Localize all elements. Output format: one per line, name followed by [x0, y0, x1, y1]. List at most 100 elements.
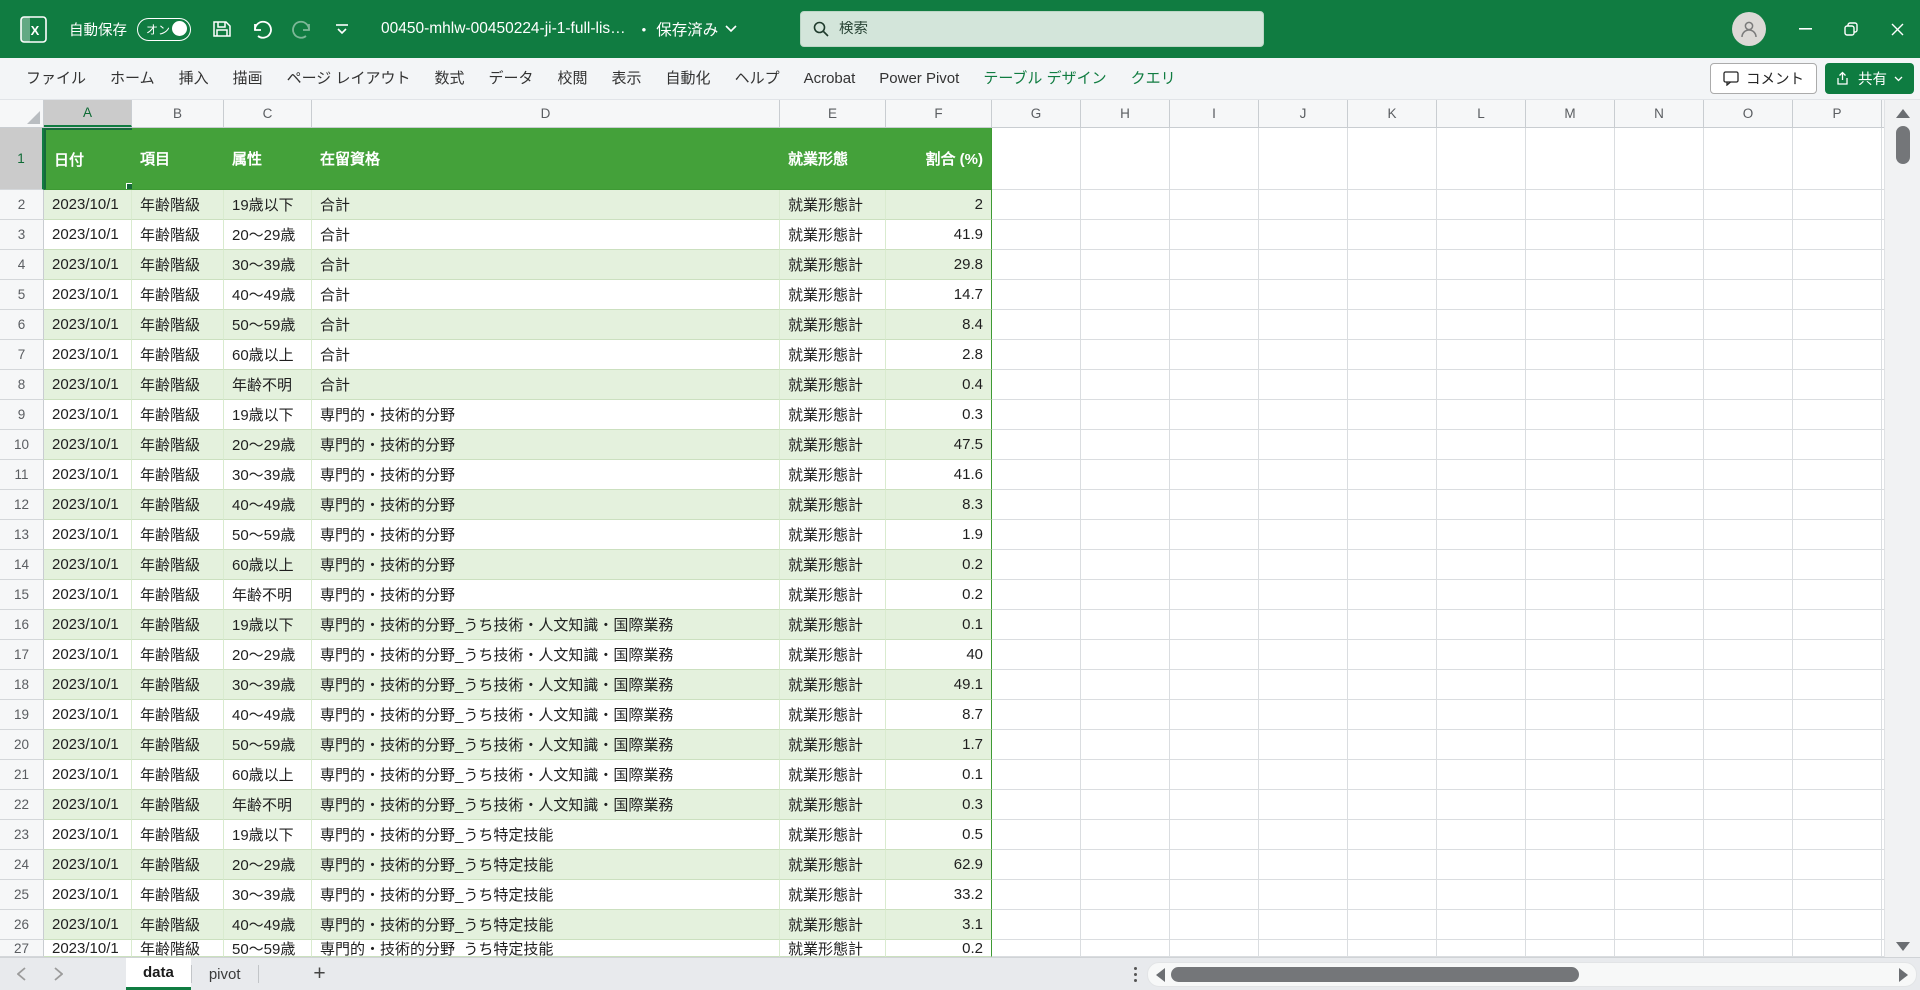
empty-cells[interactable]	[992, 700, 1920, 730]
cell[interactable]: 年齢階級	[132, 520, 224, 550]
comments-button[interactable]: コメント	[1710, 63, 1817, 94]
excel-app-icon[interactable]: X	[20, 16, 47, 43]
empty-cells[interactable]	[992, 640, 1920, 670]
empty-cells[interactable]	[992, 940, 1920, 957]
cell[interactable]: 2	[886, 190, 992, 220]
sheet-nav-left-icon[interactable]	[5, 958, 37, 990]
cell[interactable]: 属性	[224, 128, 312, 190]
empty-cells[interactable]	[992, 850, 1920, 880]
cell[interactable]: 合計	[312, 190, 780, 220]
cell[interactable]: 年齢階級	[132, 850, 224, 880]
cell[interactable]: 50〜59歳	[224, 730, 312, 760]
ribbon-tab-校閲[interactable]: 校閲	[546, 58, 600, 99]
empty-cells[interactable]	[992, 280, 1920, 310]
cell[interactable]: 2023/10/1	[44, 820, 132, 850]
row-header-6[interactable]: 6	[0, 310, 44, 340]
row-header-1[interactable]: 1	[0, 128, 44, 190]
cell[interactable]: 30〜39歳	[224, 670, 312, 700]
select-all-corner[interactable]	[0, 100, 44, 127]
cell[interactable]: 2023/10/1	[44, 550, 132, 580]
column-header-F[interactable]: F	[886, 100, 992, 127]
cell[interactable]: 2.8	[886, 340, 992, 370]
cell[interactable]: 年齢階級	[132, 400, 224, 430]
cell[interactable]: 就業形態計	[780, 850, 886, 880]
scroll-down-icon[interactable]	[1896, 942, 1910, 951]
cell[interactable]: 合計	[312, 340, 780, 370]
cell[interactable]: 年齢階級	[132, 340, 224, 370]
cell[interactable]: 8.3	[886, 490, 992, 520]
row-header-13[interactable]: 13	[0, 520, 44, 550]
cell[interactable]: 40〜49歳	[224, 490, 312, 520]
ribbon-tab-Acrobat[interactable]: Acrobat	[792, 58, 868, 99]
cell[interactable]: 専門的・技術的分野_うち技術・人文知識・国際業務	[312, 790, 780, 820]
cell[interactable]: 19歳以下	[224, 820, 312, 850]
cell[interactable]: 就業形態計	[780, 790, 886, 820]
column-header-M[interactable]: M	[1526, 100, 1615, 127]
cell[interactable]: 合計	[312, 280, 780, 310]
cell[interactable]: 47.5	[886, 430, 992, 460]
cell[interactable]: 33.2	[886, 880, 992, 910]
ribbon-tab-クエリ[interactable]: クエリ	[1119, 58, 1188, 99]
empty-cells[interactable]	[992, 190, 1920, 220]
ribbon-tab-データ[interactable]: データ	[477, 58, 546, 99]
cell[interactable]: 20〜29歳	[224, 220, 312, 250]
row-header-18[interactable]: 18	[0, 670, 44, 700]
empty-cells[interactable]	[992, 460, 1920, 490]
cell[interactable]: 就業形態計	[780, 760, 886, 790]
cell[interactable]: 2023/10/1	[44, 190, 132, 220]
row-header-15[interactable]: 15	[0, 580, 44, 610]
cell[interactable]: 年齢階級	[132, 370, 224, 400]
cell[interactable]: 就業形態計	[780, 730, 886, 760]
column-header-C[interactable]: C	[224, 100, 312, 127]
cell[interactable]: 就業形態計	[780, 910, 886, 940]
row-header-14[interactable]: 14	[0, 550, 44, 580]
empty-cells[interactable]	[992, 550, 1920, 580]
cell[interactable]: 8.7	[886, 700, 992, 730]
ribbon-tab-自動化[interactable]: 自動化	[654, 58, 723, 99]
cell[interactable]: 2023/10/1	[44, 880, 132, 910]
cell[interactable]: 就業形態計	[780, 220, 886, 250]
minimize-button[interactable]	[1782, 0, 1828, 58]
cell[interactable]: 19歳以下	[224, 190, 312, 220]
row-header-24[interactable]: 24	[0, 850, 44, 880]
restore-button[interactable]	[1828, 0, 1874, 58]
cell[interactable]: 年齢不明	[224, 580, 312, 610]
cell[interactable]: 就業形態計	[780, 190, 886, 220]
cell[interactable]: 専門的・技術的分野_うち特定技能	[312, 910, 780, 940]
cell[interactable]: 専門的・技術的分野_うち技術・人文知識・国際業務	[312, 670, 780, 700]
cell[interactable]: 2023/10/1	[44, 370, 132, 400]
column-header-B[interactable]: B	[132, 100, 224, 127]
cell[interactable]: 50〜59歳	[224, 310, 312, 340]
row-header-2[interactable]: 2	[0, 190, 44, 220]
cell[interactable]: 年齢不明	[224, 370, 312, 400]
row-header-16[interactable]: 16	[0, 610, 44, 640]
empty-cells[interactable]	[992, 340, 1920, 370]
search-input[interactable]	[839, 21, 1219, 37]
cell[interactable]: 年齢階級	[132, 280, 224, 310]
save-icon[interactable]	[209, 16, 235, 42]
row-header-22[interactable]: 22	[0, 790, 44, 820]
cell[interactable]: 年齢階級	[132, 670, 224, 700]
cell[interactable]: 就業形態計	[780, 940, 886, 957]
row-header-26[interactable]: 26	[0, 910, 44, 940]
cell[interactable]: 年齢階級	[132, 190, 224, 220]
cell[interactable]: 年齢階級	[132, 220, 224, 250]
cell[interactable]: 年齢階級	[132, 610, 224, 640]
cell[interactable]: 年齢階級	[132, 880, 224, 910]
add-sheet-button[interactable]: +	[305, 962, 335, 986]
empty-cells[interactable]	[992, 250, 1920, 280]
cell[interactable]: 合計	[312, 310, 780, 340]
cell[interactable]: 就業形態計	[780, 310, 886, 340]
column-header-E[interactable]: E	[780, 100, 886, 127]
row-header-9[interactable]: 9	[0, 400, 44, 430]
cell[interactable]: 0.2	[886, 940, 992, 957]
saved-status[interactable]: 保存済み	[642, 18, 738, 40]
autosave-toggle[interactable]: オン	[137, 18, 191, 41]
cell[interactable]: 40〜49歳	[224, 280, 312, 310]
cell[interactable]: 2023/10/1	[44, 430, 132, 460]
cell[interactable]: 就業形態計	[780, 550, 886, 580]
cell[interactable]: 0.2	[886, 550, 992, 580]
cell[interactable]: 年齢階級	[132, 250, 224, 280]
cell[interactable]: 60歳以上	[224, 760, 312, 790]
horizontal-scroll-thumb[interactable]	[1171, 967, 1579, 982]
